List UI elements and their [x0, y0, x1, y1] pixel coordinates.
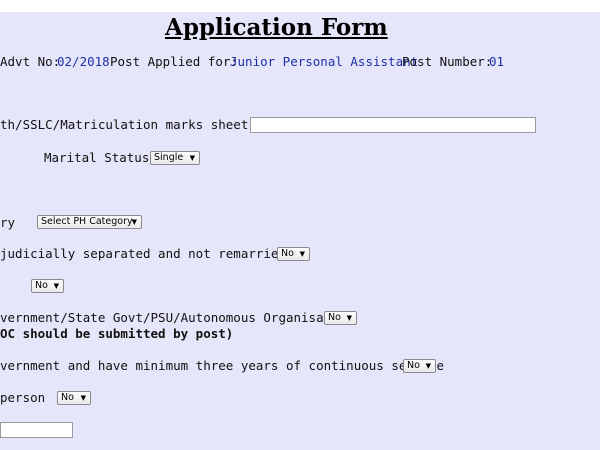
service-select[interactable]: No ▼ [403, 359, 436, 373]
chevron-down-icon: ▼ [425, 362, 431, 370]
marital-status-select[interactable]: Single ▼ [150, 151, 200, 165]
noc-note: OC should be submitted by post) [0, 326, 234, 341]
dob-proof-label: th/SSLC/Matriculation marks sheet) [0, 117, 256, 132]
advt-value: 02/2018 [57, 54, 110, 69]
post-label: Post Applied for: [110, 54, 238, 69]
person-select[interactable]: No ▼ [57, 391, 91, 405]
page-title: Application Form [165, 14, 388, 41]
govt-employee-select[interactable]: No ▼ [324, 311, 357, 325]
separated-value: No [281, 248, 294, 259]
dob-proof-input[interactable] [250, 117, 536, 133]
person-label: person [0, 390, 46, 405]
ph-category-select[interactable]: Select PH Category ▼ [37, 215, 142, 229]
misc-select[interactable]: No ▼ [31, 279, 64, 293]
misc-value: No [35, 280, 48, 291]
chevron-down-icon: ▼ [131, 218, 137, 226]
chevron-down-icon: ▼ [53, 282, 59, 290]
advt-label: Advt No: [0, 54, 61, 69]
chevron-down-icon: ▼ [80, 394, 86, 402]
marital-status-value: Single [154, 152, 184, 163]
service-value: No [407, 360, 420, 371]
service-label: vernment and have minimum three years of… [0, 358, 445, 373]
application-form-panel [0, 12, 600, 450]
govt-employee-value: No [328, 312, 341, 323]
separated-label: judicially separated and not remarried [0, 246, 286, 261]
separated-select[interactable]: No ▼ [277, 247, 310, 261]
ph-category-value: Select PH Category [41, 216, 133, 227]
chevron-down-icon: ▼ [189, 154, 195, 162]
post-value: Junior Personal Assistant [230, 54, 419, 69]
chevron-down-icon: ▼ [299, 250, 305, 258]
govt-employee-label: vernment/State Govt/PSU/Autonomous Organ… [0, 310, 354, 325]
last-text-input[interactable] [0, 422, 73, 438]
post-number-label: Post Number: [402, 54, 493, 69]
ph-category-label: ry [0, 215, 16, 230]
chevron-down-icon: ▼ [346, 314, 352, 322]
post-number-value: 01 [489, 54, 505, 69]
person-value: No [61, 392, 74, 403]
marital-status-label: Marital Status [44, 150, 150, 165]
